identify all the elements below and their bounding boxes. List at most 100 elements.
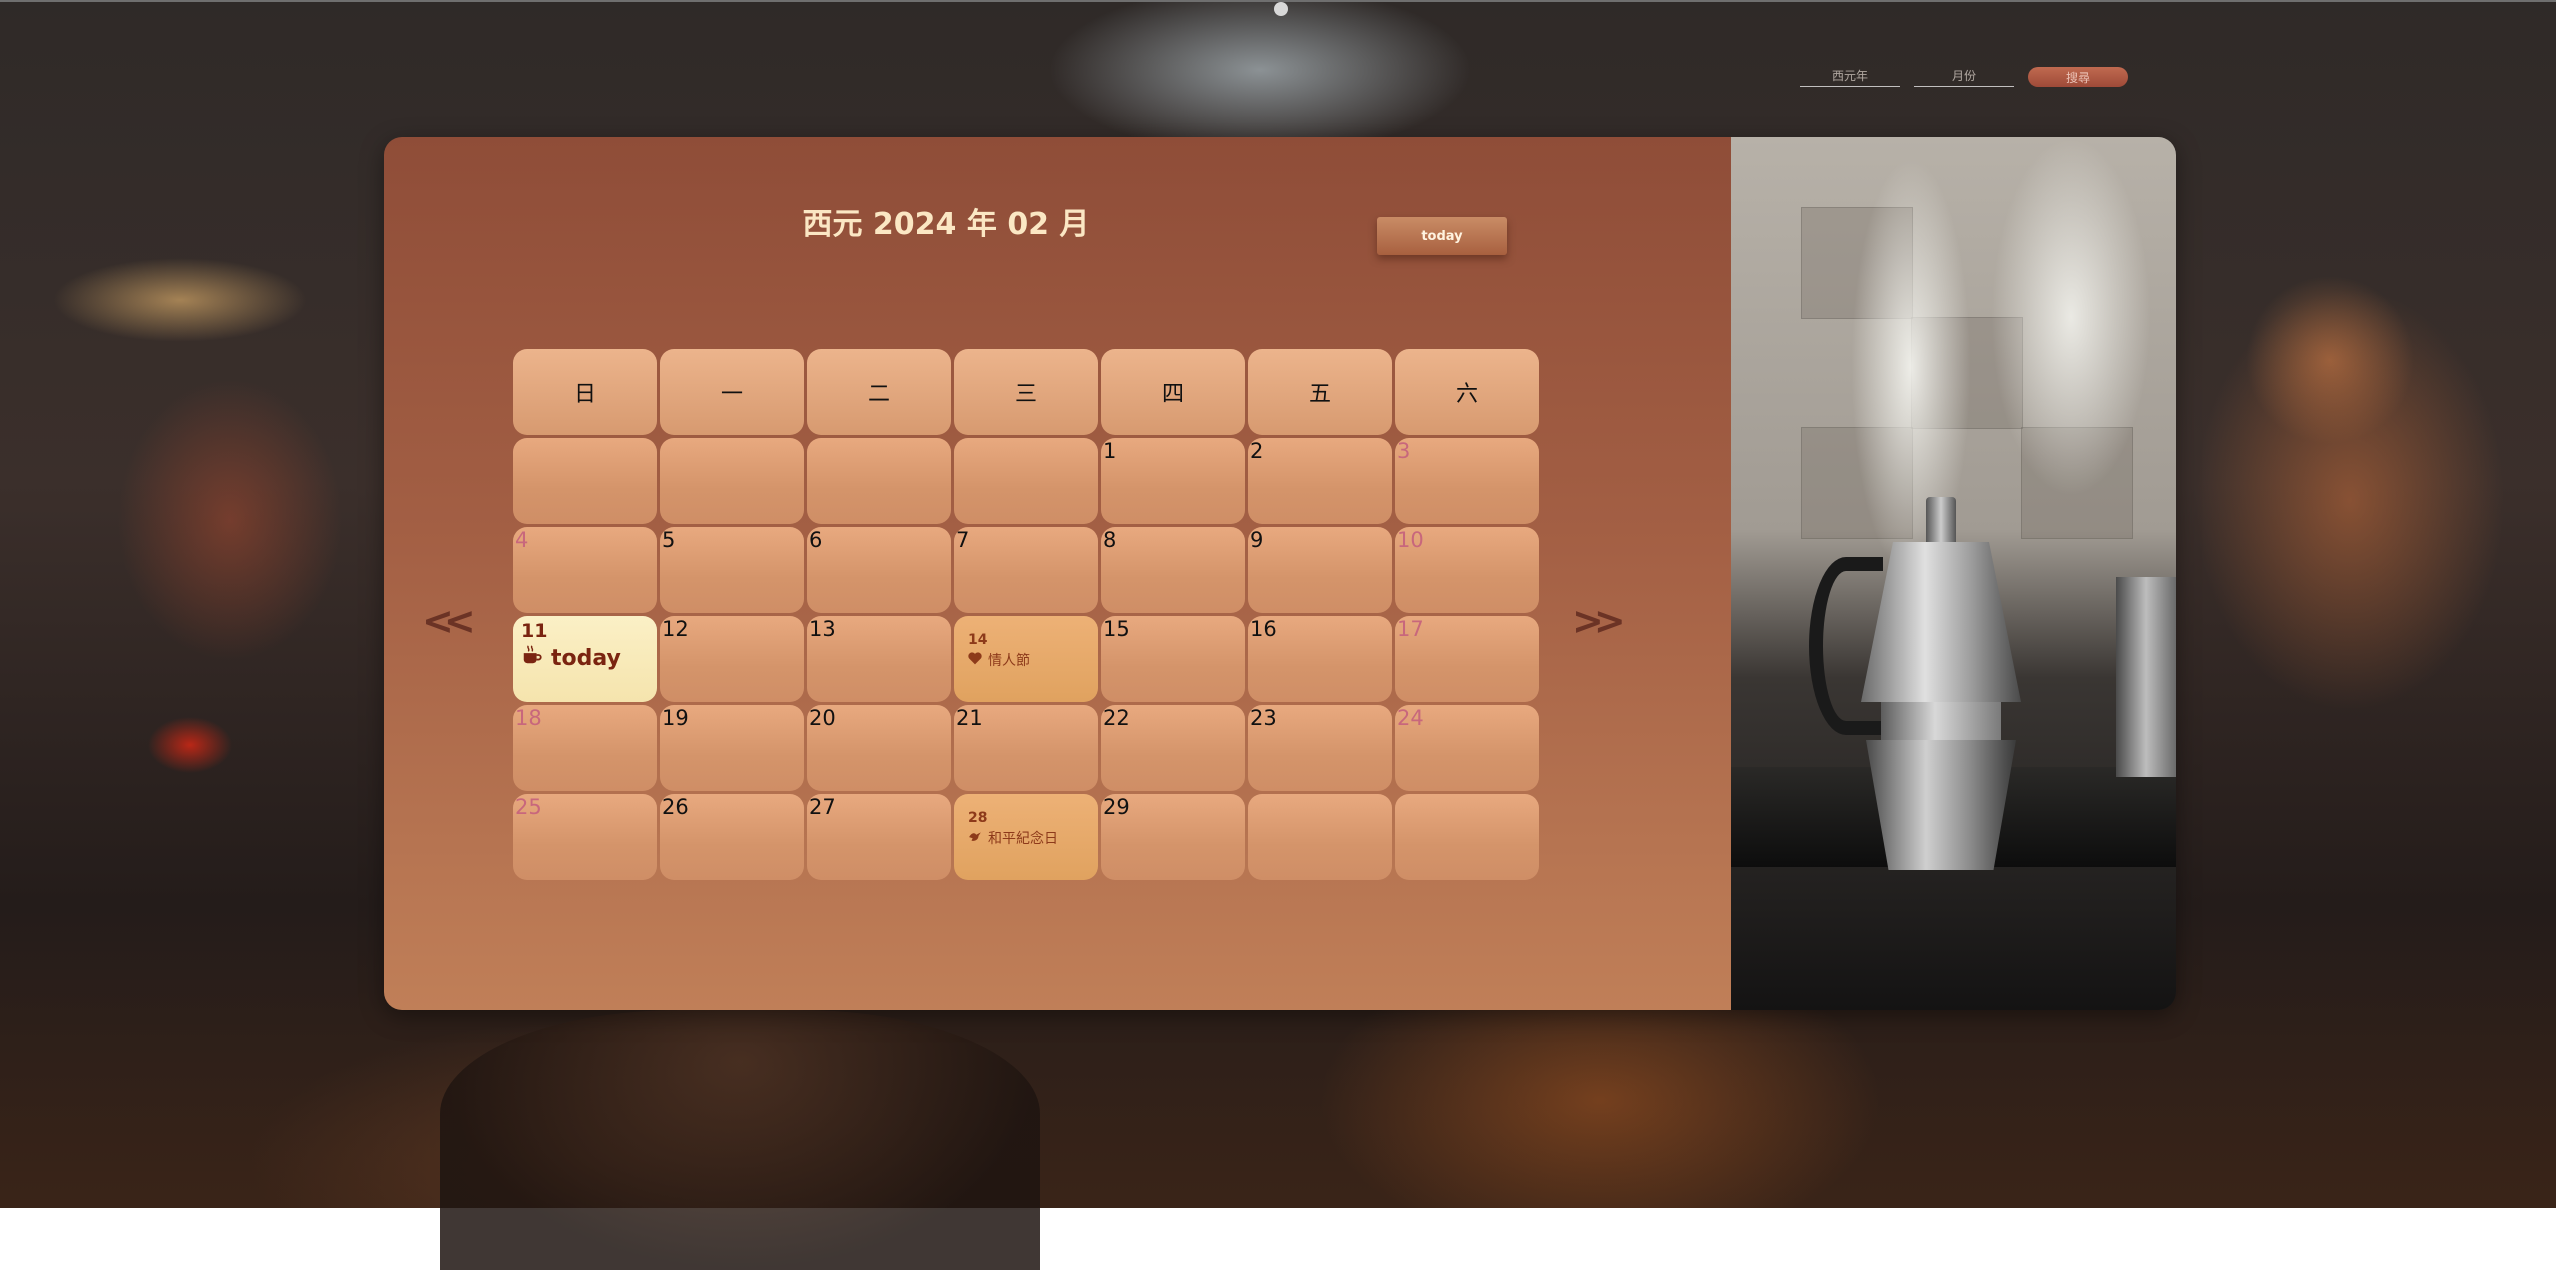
day-number: 23: [1250, 706, 1277, 730]
day-cell[interactable]: 6: [807, 527, 951, 613]
day-cell[interactable]: 12: [660, 616, 804, 702]
day-number: 1: [1103, 439, 1117, 463]
day-number: 24: [1397, 706, 1424, 730]
day-cell[interactable]: 8: [1101, 527, 1245, 613]
holiday-cell[interactable]: 28 和平紀念日: [954, 794, 1098, 880]
day-number: 5: [662, 528, 676, 552]
day-number: 25: [515, 795, 542, 819]
empty-day-cell: [807, 438, 951, 524]
day-cell[interactable]: 9: [1248, 527, 1392, 613]
day-number: 28: [968, 810, 988, 826]
pot-handle: [1809, 557, 1883, 735]
weekday-header: 一: [660, 349, 804, 435]
day-cell[interactable]: 22: [1101, 705, 1245, 791]
weekday-header: 二: [807, 349, 951, 435]
moka-pot-photo: [1731, 137, 2176, 1010]
today-text: today: [551, 645, 621, 671]
empty-day-cell: [954, 438, 1098, 524]
background-cup: [440, 1010, 1040, 1270]
weekday-header: 四: [1101, 349, 1245, 435]
today-button[interactable]: today: [1377, 217, 1507, 255]
day-cell[interactable]: 1: [1101, 438, 1245, 524]
dove-icon: [968, 830, 982, 847]
day-number: 11: [521, 620, 548, 642]
empty-day-cell: [660, 438, 804, 524]
day-number: 4: [515, 528, 529, 552]
weekday-header: 日: [513, 349, 657, 435]
day-number: 2: [1250, 439, 1264, 463]
pot-top: [1861, 542, 2021, 702]
day-cell[interactable]: 19: [660, 705, 804, 791]
day-number: 14: [968, 632, 988, 648]
day-number: 17: [1397, 617, 1424, 641]
day-number: 15: [1103, 617, 1130, 641]
day-cell[interactable]: 17: [1395, 616, 1539, 702]
day-number: 7: [956, 528, 970, 552]
day-number: 8: [1103, 528, 1117, 552]
day-number: 12: [662, 617, 689, 641]
day-cell[interactable]: 26: [660, 794, 804, 880]
steam: [1991, 137, 2151, 497]
next-month-arrow[interactable]: >>: [1572, 599, 1626, 643]
calendar-title: 西元 2024 年 02 月: [802, 207, 1090, 242]
day-number: 18: [515, 706, 542, 730]
today-cell[interactable]: 11 today: [513, 616, 657, 702]
day-cell[interactable]: 10: [1395, 527, 1539, 613]
day-cell[interactable]: 27: [807, 794, 951, 880]
day-number: 16: [1250, 617, 1277, 641]
day-cell[interactable]: 29: [1101, 794, 1245, 880]
empty-day-cell: [513, 438, 657, 524]
calendar-grid: 日一二三四五六 1 2 3 4 5 6 7 8 9 10 11 today 12 13 14 情人節 15 16 17…: [513, 349, 1539, 880]
pot-bottom: [1866, 740, 2016, 870]
day-number: 29: [1103, 795, 1130, 819]
day-cell[interactable]: 23: [1248, 705, 1392, 791]
day-number: 9: [1250, 528, 1264, 552]
calendar-section: 西元 2024 年 02 月 today << >> 日一二三四五六123456…: [384, 137, 1731, 1010]
day-number: 26: [662, 795, 689, 819]
holiday-label: 情人節: [968, 650, 1030, 670]
day-number: 20: [809, 706, 836, 730]
steel-cup: [2116, 577, 2176, 777]
day-number: 19: [662, 706, 689, 730]
day-number: 27: [809, 795, 836, 819]
day-number: 3: [1397, 439, 1411, 463]
day-cell[interactable]: 21: [954, 705, 1098, 791]
empty-day-cell: [1248, 794, 1392, 880]
day-number: 13: [809, 617, 836, 641]
empty-day-cell: [1395, 794, 1539, 880]
weekday-header: 三: [954, 349, 1098, 435]
weekday-header: 六: [1395, 349, 1539, 435]
day-cell[interactable]: 24: [1395, 705, 1539, 791]
day-cell[interactable]: 5: [660, 527, 804, 613]
holiday-name: 情人節: [988, 653, 1030, 669]
camera-dot: [1274, 2, 1288, 16]
day-number: 6: [809, 528, 823, 552]
search-form: 搜尋: [1800, 66, 2128, 87]
year-input[interactable]: [1800, 66, 1900, 87]
day-cell[interactable]: 4: [513, 527, 657, 613]
day-number: 22: [1103, 706, 1130, 730]
calendar-panel: 西元 2024 年 02 月 today << >> 日一二三四五六123456…: [384, 137, 2176, 1010]
day-cell[interactable]: 7: [954, 527, 1098, 613]
day-cell[interactable]: 3: [1395, 438, 1539, 524]
today-label: today: [521, 644, 621, 672]
holiday-name: 和平紀念日: [988, 831, 1058, 847]
day-cell[interactable]: 25: [513, 794, 657, 880]
day-cell[interactable]: 2: [1248, 438, 1392, 524]
day-number: 10: [1397, 528, 1424, 552]
day-cell[interactable]: 18: [513, 705, 657, 791]
pot-mid: [1881, 702, 2001, 742]
weekday-header: 五: [1248, 349, 1392, 435]
heart-icon: [968, 651, 982, 669]
prev-month-arrow[interactable]: <<: [422, 599, 476, 643]
day-cell[interactable]: 15: [1101, 616, 1245, 702]
day-cell[interactable]: 13: [807, 616, 951, 702]
search-button[interactable]: 搜尋: [2028, 67, 2128, 87]
pot-lid: [1926, 497, 1956, 547]
day-cell[interactable]: 16: [1248, 616, 1392, 702]
holiday-cell[interactable]: 14 情人節: [954, 616, 1098, 702]
day-cell[interactable]: 20: [807, 705, 951, 791]
day-number: 21: [956, 706, 983, 730]
month-input[interactable]: [1914, 66, 2014, 87]
holiday-label: 和平紀念日: [968, 828, 1058, 848]
